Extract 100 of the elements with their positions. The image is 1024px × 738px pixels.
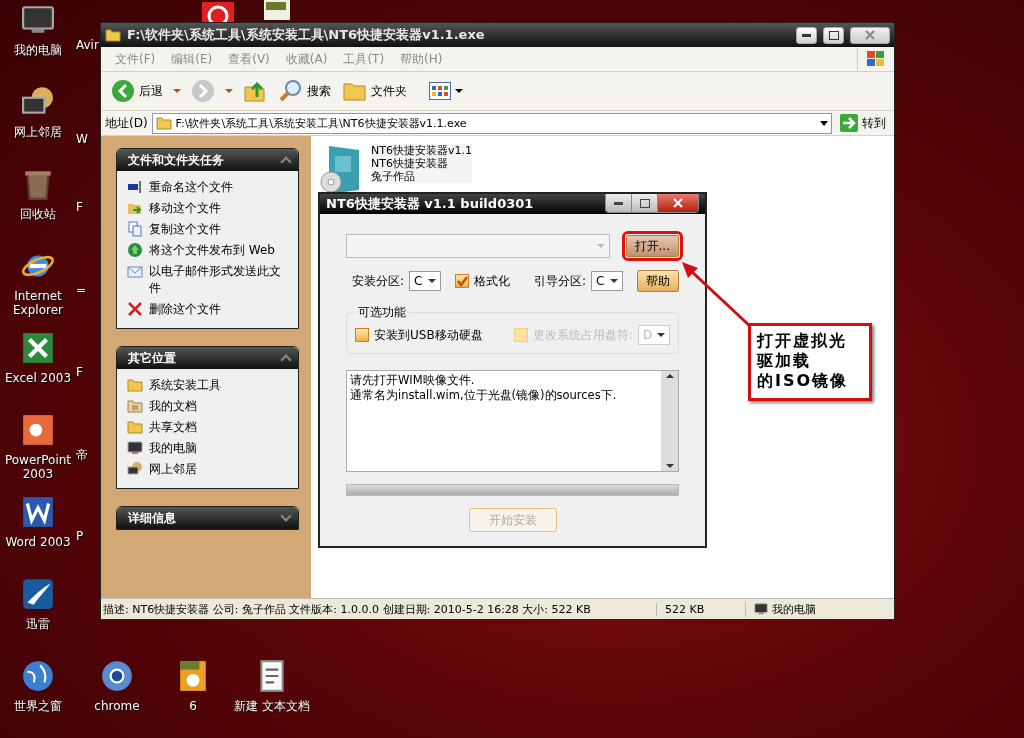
folder-icon: [155, 115, 172, 131]
desktop-icon-label[interactable]: 迅雷: [26, 617, 50, 631]
go-button[interactable]: 转到: [836, 114, 890, 132]
address-field[interactable]: F:\软件夹\系统工具\系统安装工具\NT6快捷安装器v1.1.exe: [151, 112, 832, 134]
task-link[interactable]: 重命名这个文件: [127, 179, 290, 196]
minimize-icon: [614, 201, 623, 205]
checkbox-label: 格式化: [474, 272, 511, 290]
folder-icon: [127, 377, 143, 393]
network-computer-icon: [127, 461, 143, 477]
status-text: 我的电脑: [772, 601, 816, 617]
envelope-icon: [127, 263, 143, 279]
monitor-icon: [127, 440, 143, 456]
image-file-icon: [262, 0, 292, 20]
presentation-icon: [21, 413, 55, 447]
task-link[interactable]: 将这个文件发布到 Web: [127, 242, 290, 259]
callout-text: 驱加载: [757, 351, 812, 371]
callout-text: 打开虚拟光: [757, 331, 848, 351]
callout-text: 的ISO镜像: [757, 371, 850, 391]
maximize-button[interactable]: [823, 26, 844, 44]
task-link[interactable]: 我的文档: [127, 398, 290, 415]
desktop-icon-label[interactable]: W: [76, 132, 88, 146]
bird-icon: [21, 577, 55, 611]
scrollbar[interactable]: [661, 371, 678, 471]
task-link[interactable]: 我的电脑: [127, 440, 290, 457]
folders-button[interactable]: 文件夹: [341, 78, 409, 104]
minimize-button[interactable]: [606, 194, 632, 212]
copy-icon: [127, 221, 143, 237]
desktop-icon-label[interactable]: PowerPoint 2003: [0, 453, 76, 481]
desktop-icon-label[interactable]: P: [76, 529, 84, 543]
task-link[interactable]: 网上邻居: [127, 461, 290, 478]
go-arrow-icon: [840, 114, 858, 132]
desktop-icon-label[interactable]: 世界之窗: [14, 699, 62, 713]
checkbox[interactable]: [355, 328, 369, 342]
desktop-icon-label[interactable]: chrome: [94, 699, 140, 713]
desktop-icon-label[interactable]: 回收站: [20, 207, 56, 221]
desktop-icon-label[interactable]: 新建 文本文档: [234, 699, 310, 713]
task-link[interactable]: 移动这个文件: [127, 200, 290, 217]
rename-icon: [127, 179, 143, 195]
panel-title: 其它位置: [128, 349, 176, 367]
maximize-button[interactable]: [632, 194, 658, 212]
file-detail-text: NT6快捷安装器: [371, 157, 449, 170]
dialog-title: NT6快捷安装器 v1.1 build0301: [326, 195, 535, 213]
desktop-icon-label[interactable]: F: [76, 200, 83, 214]
boot-partition-label: 引导分区:: [534, 272, 587, 290]
install-partition-label: 安装分区:: [352, 272, 405, 290]
search-button[interactable]: 搜索: [277, 77, 333, 105]
window-title: F:\软件夹\系统工具\系统安装工具\NT6快捷安装器v1.1.exe: [127, 26, 486, 44]
task-link[interactable]: 以电子邮件形式发送此文件: [127, 263, 290, 297]
checkbox[interactable]: [455, 274, 470, 288]
log-text-area[interactable]: 请先打开WIM映像文件. 通常名为install.wim,位于光盘(镜像)的sources下.: [346, 370, 679, 472]
drive-dropdown[interactable]: C: [409, 271, 442, 291]
desktop-icon-label[interactable]: 我的电脑: [14, 43, 62, 57]
desktop-icon-label[interactable]: Word 2003: [5, 535, 71, 549]
close-button[interactable]: [658, 194, 698, 212]
task-link[interactable]: 共享文档: [127, 419, 290, 436]
panel-title: 详细信息: [128, 509, 176, 527]
dropdown-arrow-icon[interactable]: [820, 120, 828, 126]
documents-icon: [127, 398, 143, 414]
minimize-button[interactable]: [796, 26, 817, 44]
status-text: 描述: NT6快捷安装器 公司: 兔子作品 文件版本: 1.0.0.0 创建日期: 2010-5-2 16:28 大小: 522 KB: [102, 601, 592, 617]
close-button[interactable]: [850, 26, 890, 44]
desktop-icon-label[interactable]: =: [76, 283, 87, 297]
monitor-icon: [754, 602, 768, 616]
delete-x-icon: [127, 301, 143, 317]
desktop-icon-label[interactable]: 帝: [76, 447, 88, 464]
desktop-icon-label[interactable]: Excel 2003: [4, 371, 72, 385]
task-link[interactable]: 删除这个文件: [127, 301, 290, 318]
back-button[interactable]: 后退: [109, 77, 165, 105]
folder-icon: [105, 27, 121, 43]
address-label: 地址(D): [105, 114, 148, 132]
minimize-icon: [802, 33, 811, 37]
close-icon: [865, 30, 875, 40]
drive-dropdown[interactable]: C: [591, 271, 624, 291]
folder-icon: [127, 419, 143, 435]
views-button[interactable]: [427, 80, 465, 102]
document-w-icon: [21, 495, 55, 529]
folder-up-icon: [243, 79, 267, 103]
task-link[interactable]: 复制这个文件: [127, 221, 290, 238]
maximize-icon: [828, 30, 839, 40]
desktop-icon-label[interactable]: F: [76, 365, 83, 379]
task-link[interactable]: 系统安装工具: [127, 377, 290, 394]
desktop-icon-label[interactable]: Avir: [76, 38, 99, 52]
desktop-icon-label[interactable]: 6: [189, 699, 197, 713]
desktop-icon-label[interactable]: Internet Explorer: [0, 289, 76, 317]
desktop-icon-label[interactable]: 网上邻居: [14, 125, 62, 139]
windows-flag-icon: [865, 50, 887, 68]
log-line: 请先打开WIM映像文件.: [350, 373, 476, 388]
view-grid-icon: [429, 82, 451, 100]
help-button[interactable]: 帮助: [637, 270, 679, 292]
panel-header[interactable]: 文件和文件夹任务: [117, 149, 298, 171]
panel-header[interactable]: 其它位置: [117, 347, 298, 369]
spreadsheet-icon: [21, 331, 55, 365]
checkbox-label: 安装到USB移动硬盘: [374, 326, 483, 344]
browser-circle-icon: [100, 659, 134, 693]
panel-title: 文件和文件夹任务: [128, 151, 224, 169]
maximize-icon: [639, 198, 650, 208]
folder-icon: [343, 80, 367, 102]
panel-header[interactable]: 详细信息: [117, 507, 298, 529]
close-icon: [673, 198, 683, 208]
search-icon: [279, 79, 303, 103]
